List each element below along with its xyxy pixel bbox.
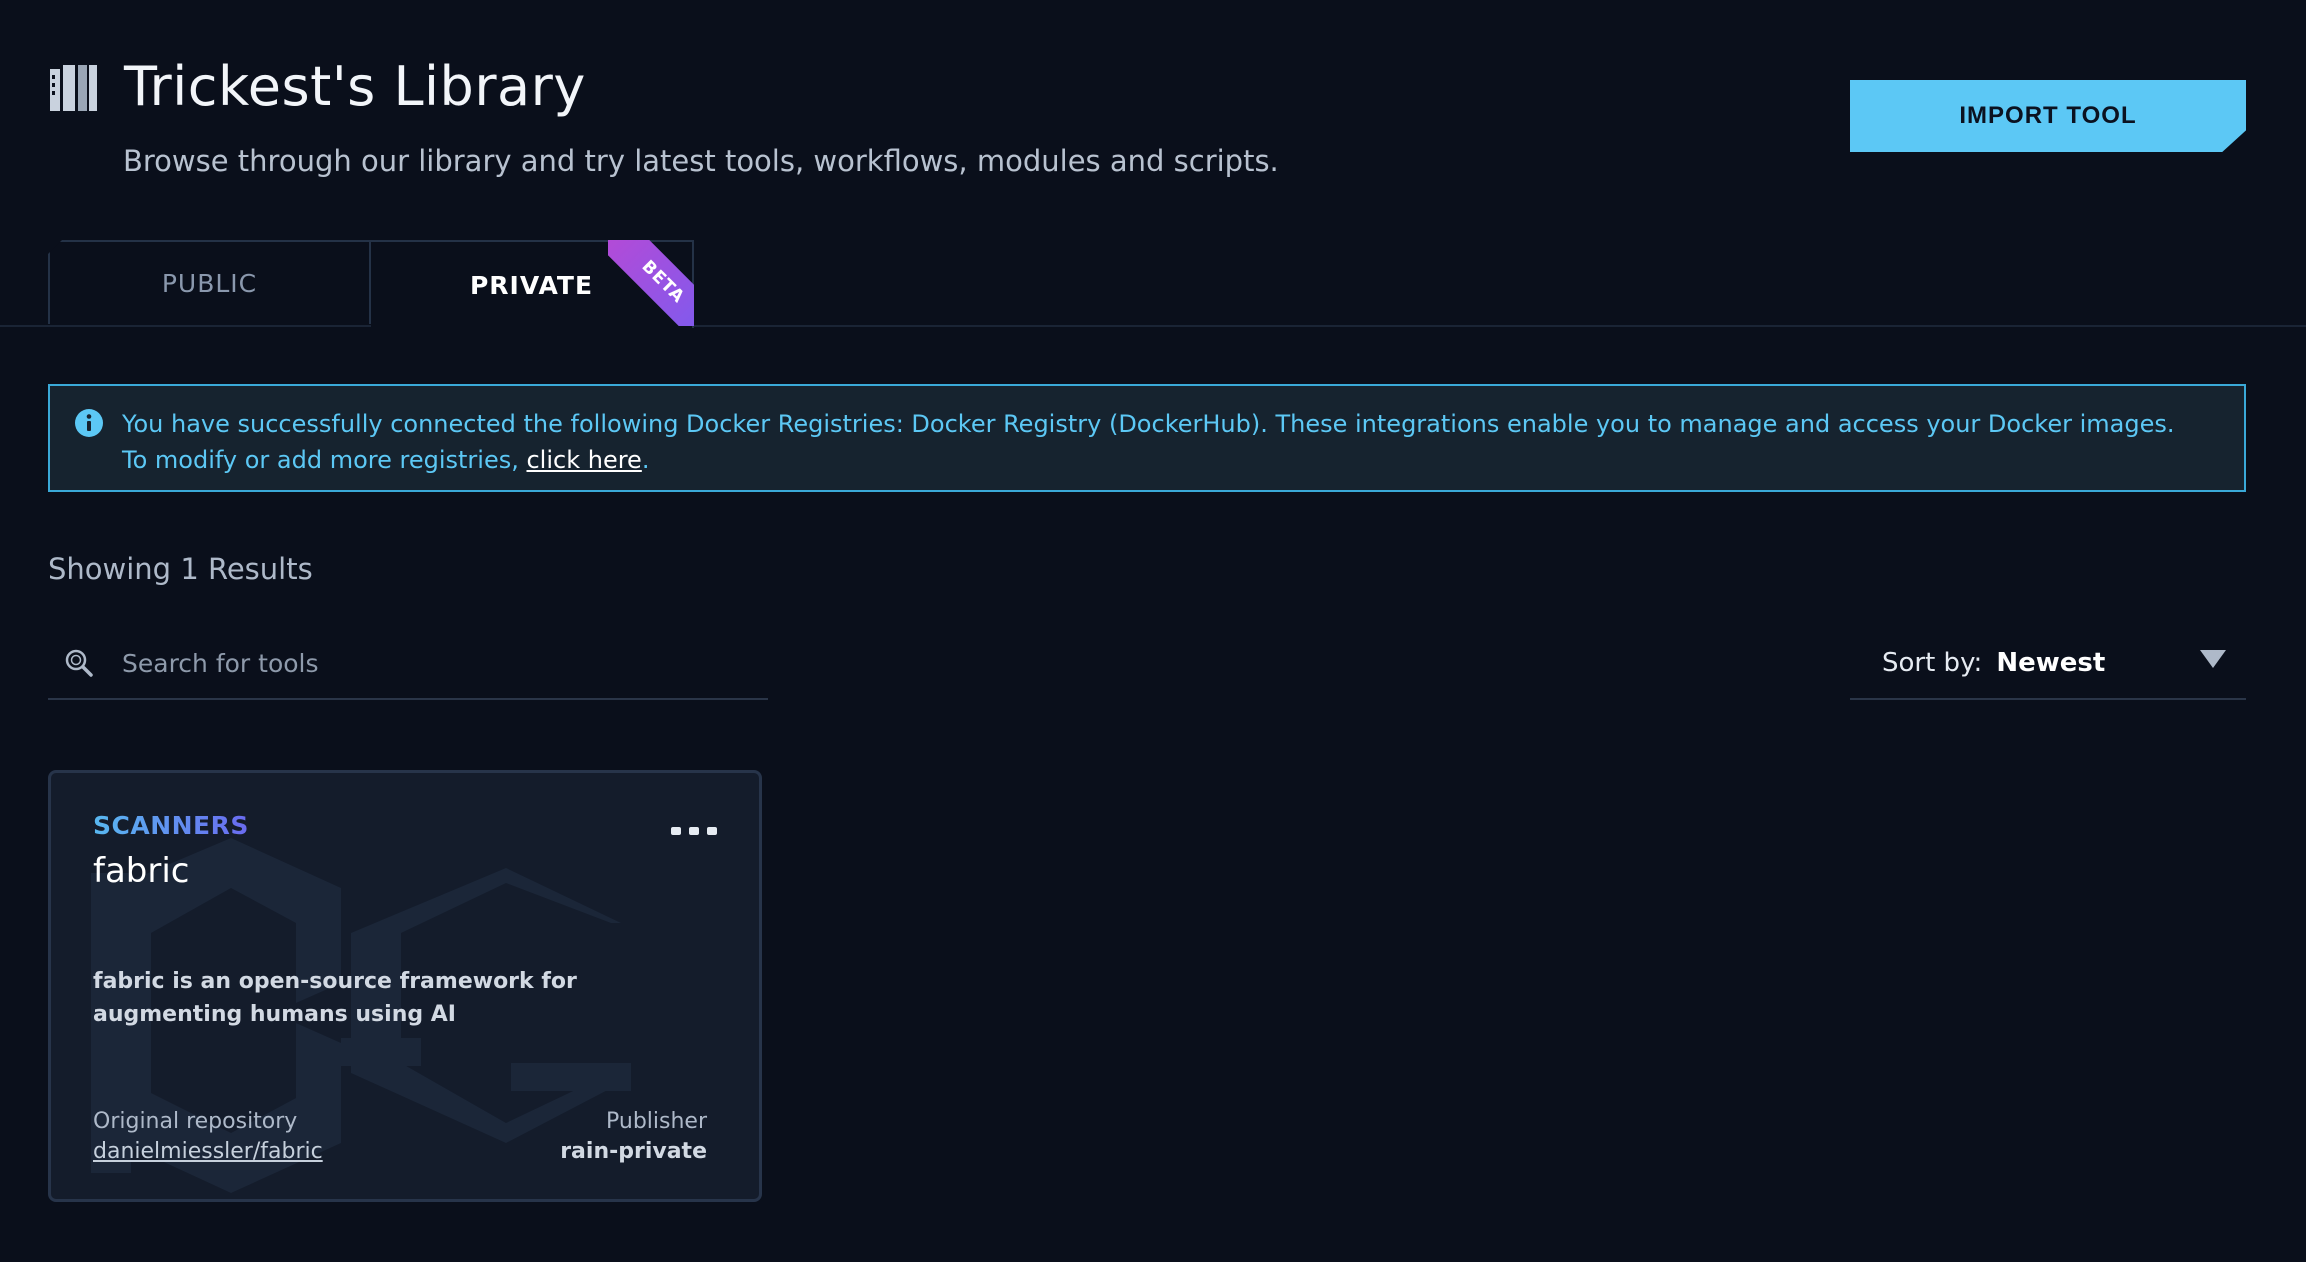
tab-private-label: PRIVATE (469, 270, 594, 300)
tab-public-label: PUBLIC (161, 268, 258, 298)
card-publisher-label: Publisher (606, 1109, 707, 1134)
tab-private[interactable]: PRIVATE BETA (371, 240, 694, 328)
info-banner-suffix: . (641, 446, 650, 474)
card-description: fabric is an open-source framework for a… (93, 969, 577, 1027)
beta-badge: BETA (608, 240, 694, 326)
results-count: Showing 1 Results (48, 552, 313, 586)
search-bar (48, 628, 768, 700)
tool-card-fabric[interactable]: SCANNERS fabric fabric is an open-source… (48, 770, 762, 1202)
info-icon (75, 409, 103, 437)
page-title: Trickest's Library (124, 55, 586, 118)
page-subtitle: Browse through our library and try lates… (123, 144, 1279, 178)
info-banner-text: You have successfully connected the foll… (122, 410, 2175, 474)
sort-dropdown[interactable]: Sort by: Newest (1850, 628, 2246, 700)
beta-ribbon: BETA (608, 240, 694, 326)
search-input[interactable] (120, 647, 724, 679)
sort-label: Sort by: (1882, 648, 1983, 678)
page-header: Trickest's Library (48, 55, 586, 118)
card-title: fabric (93, 851, 190, 891)
info-banner-click-here-link[interactable]: click here (526, 446, 641, 474)
card-repo-link[interactable]: danielmiessler/fabric (93, 1139, 323, 1164)
tab-public[interactable]: PUBLIC (48, 240, 371, 324)
card-publisher-value: rain-private (560, 1139, 707, 1164)
search-icon (65, 649, 93, 677)
more-options-icon[interactable] (669, 823, 719, 839)
sort-value: Newest (1996, 648, 2106, 678)
library-tabs: PUBLIC PRIVATE BETA (48, 240, 694, 328)
card-category: SCANNERS (93, 811, 249, 840)
caret-down-icon (2200, 650, 2226, 668)
import-tool-button[interactable]: IMPORT TOOL (1850, 80, 2246, 152)
library-page: Trickest's Library Browse through our li… (0, 0, 2306, 1262)
card-repo-label: Original repository (93, 1109, 298, 1134)
docker-registry-info-banner: You have successfully connected the foll… (48, 384, 2246, 492)
library-books-icon (50, 64, 97, 111)
